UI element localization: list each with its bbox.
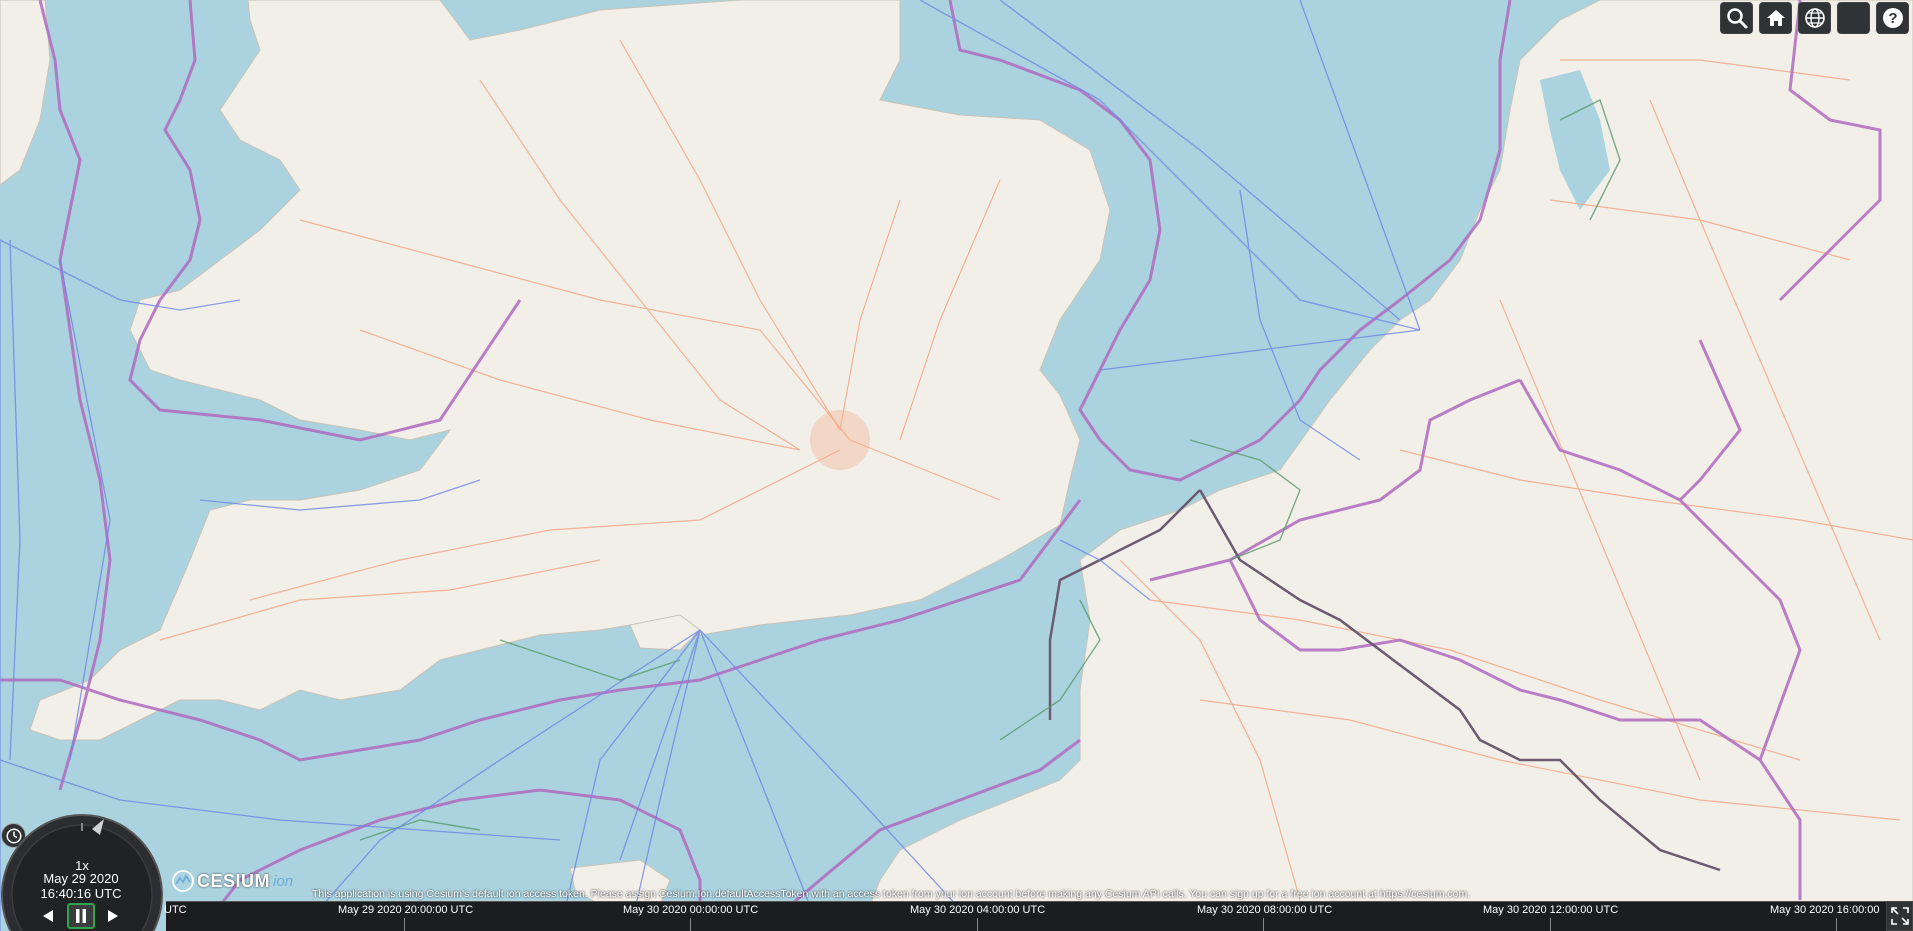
timeline-label: May 30 2020 00:00:00 UTC [623, 904, 759, 916]
toolbar: ? [1720, 2, 1909, 34]
help-button[interactable]: ? [1876, 2, 1909, 34]
timeline-tick [690, 918, 691, 931]
base-layer-picker-button[interactable] [1837, 2, 1870, 34]
city-london [810, 410, 870, 470]
play-forward-button[interactable] [100, 904, 126, 928]
credit-text[interactable]: This application is using Cesium's defau… [312, 888, 1470, 900]
geocoder-button[interactable] [1720, 2, 1753, 34]
animation-date: May 29 2020 [43, 871, 119, 886]
scene-mode-button[interactable] [1798, 2, 1831, 34]
timeline-label: May 30 2020 16:00:00 [1770, 904, 1880, 916]
ion-logo-text: ion [273, 872, 294, 890]
cesium-viewer[interactable]: ? 1x May 29 2020 16:40:16 UTC CESIUM ion… [0, 0, 1913, 931]
play-reverse-icon [43, 910, 53, 922]
cesium-logo-icon [172, 870, 194, 892]
timeline[interactable]: UTC May 29 2020 20:00:00 UTC May 30 2020… [164, 901, 1886, 931]
timeline-label: May 30 2020 08:00:00 UTC [1197, 904, 1333, 916]
pause-icon [76, 909, 86, 923]
timeline-label: May 30 2020 04:00:00 UTC [910, 904, 1046, 916]
animation-time: 16:40:16 UTC [40, 886, 122, 901]
globe-icon [1804, 8, 1825, 28]
svg-text:?: ? [1888, 10, 1897, 27]
pause-button[interactable] [67, 903, 95, 929]
timeline-label: May 30 2020 12:00:00 UTC [1483, 904, 1619, 916]
cesium-logo-text: CESIUM [197, 870, 271, 891]
timeline-label: UTC [164, 904, 187, 916]
home-icon [1766, 10, 1785, 26]
cesium-ion-logo[interactable]: CESIUM ion [172, 870, 293, 892]
fullscreen-icon [1890, 907, 1909, 925]
map-canvas[interactable] [0, 0, 1913, 931]
fullscreen-button[interactable] [1886, 901, 1913, 931]
home-button[interactable] [1759, 2, 1792, 34]
timeline-label: May 29 2020 20:00:00 UTC [338, 904, 474, 916]
timeline-tick [1263, 918, 1264, 931]
timeline-tick [977, 918, 978, 931]
play-reverse-button[interactable] [35, 904, 61, 928]
timeline-tick [1836, 918, 1837, 931]
layers-icon [1843, 8, 1864, 28]
search-icon [1726, 8, 1747, 29]
timeline-tick [1550, 918, 1551, 931]
play-forward-icon [108, 910, 118, 922]
timeline-tick [404, 918, 405, 931]
help-icon: ? [1882, 8, 1903, 28]
